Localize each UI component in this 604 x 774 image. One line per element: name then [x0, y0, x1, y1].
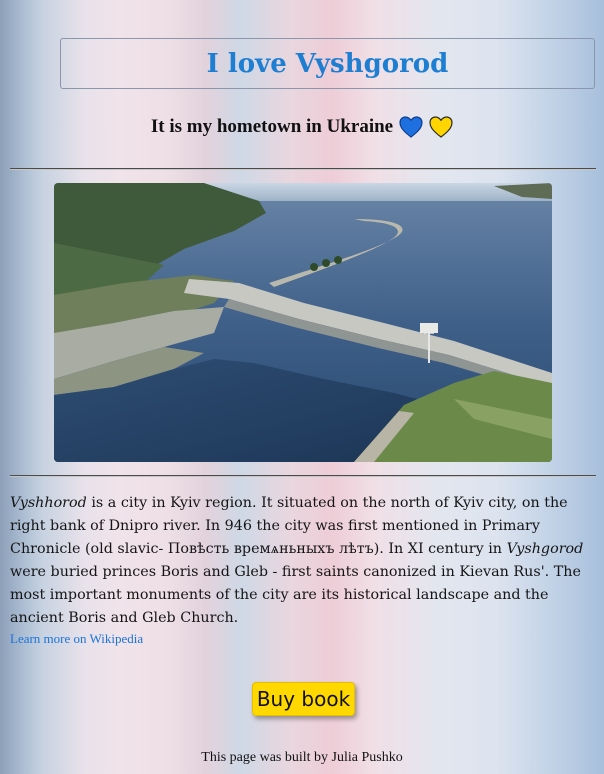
blue-heart-icon: [399, 116, 423, 138]
wikipedia-link[interactable]: Learn more on Wikipedia: [10, 631, 143, 647]
subtitle-text: It is my hometown in Ukraine: [150, 116, 394, 137]
yellow-heart-icon: [429, 116, 453, 138]
description-part-2: were buried princes Boris and Gleb - fir…: [10, 564, 581, 626]
city-description: Vyshhorod is a city in Kyiv region. It s…: [10, 492, 598, 630]
city-name-italic: Vyshhorod: [10, 495, 87, 511]
buy-book-button[interactable]: Buy book: [252, 682, 355, 716]
dam-photo: [54, 183, 552, 462]
footer-credit: This page was built by Julia Pushko: [201, 750, 403, 765]
description-part-1: is a city in Kyiv region. It situated on…: [10, 495, 568, 557]
title-box: I love Vyshgorod: [60, 38, 595, 89]
subtitle: It is my hometown in Ukraine: [0, 116, 604, 138]
city-name-alt-italic: Vyshgorod: [506, 541, 584, 557]
hydroelectric-dam-aerial-photo: [54, 183, 552, 462]
top-divider: [10, 168, 596, 170]
bottom-divider: [10, 475, 596, 477]
page-title: I love Vyshgorod: [206, 48, 449, 79]
